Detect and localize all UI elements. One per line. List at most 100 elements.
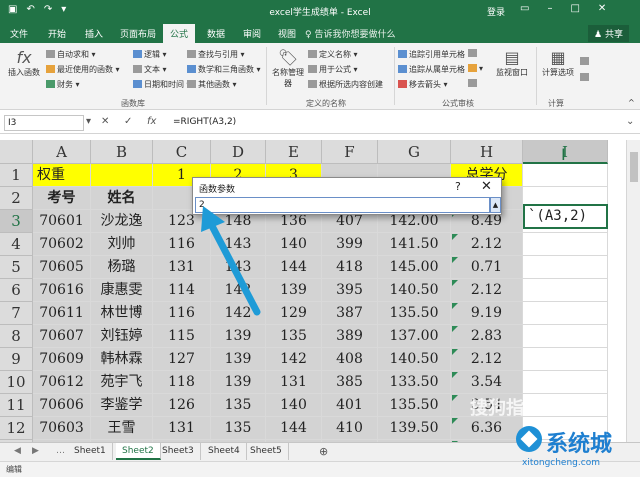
cell[interactable]: 沙龙逸 [91,210,153,233]
row-header-2[interactable]: 2 [0,187,33,210]
cell[interactable]: 考号 [33,187,91,210]
tab-insert[interactable]: 插入 [85,27,103,40]
cell[interactable]: 140 [266,233,322,256]
cell[interactable] [523,256,608,279]
row-header-8[interactable]: 8 [0,325,33,348]
column-header-b[interactable]: B [91,140,153,164]
sheet-tab-sheet2[interactable]: Sheet2 [116,443,161,460]
cell[interactable]: 6.36 [451,417,523,440]
cell[interactable] [91,164,153,187]
cell[interactable]: 131 [153,417,211,440]
maximize-icon[interactable]: □ [570,3,579,14]
close-icon[interactable]: ✕ [481,179,492,194]
cell[interactable]: 140.50 [378,279,451,302]
cell[interactable]: 0.71 [451,256,523,279]
cell[interactable]: 9.19 [451,302,523,325]
cell[interactable]: 70607 [33,325,91,348]
cell[interactable]: 140 [266,394,322,417]
cell[interactable]: 395 [322,279,378,302]
cell[interactable]: 133.50 [378,371,451,394]
cell[interactable]: 139 [266,279,322,302]
cell[interactable] [523,164,608,187]
cell[interactable]: 118 [153,371,211,394]
select-all-corner[interactable] [0,140,33,164]
math-button[interactable]: 数学和三角函数 ▾ [187,64,261,75]
tab-file[interactable]: 文件 [10,27,28,40]
cell[interactable]: 139.50 [378,417,451,440]
cell[interactable]: 408 [322,348,378,371]
cell[interactable]: 70605 [33,256,91,279]
cell[interactable] [523,233,608,256]
scroll-thumb[interactable] [630,152,638,182]
cell[interactable]: 王雪 [91,417,153,440]
cell[interactable]: 139 [211,371,266,394]
formula-input[interactable]: =RIGHT(A3,2) [173,117,236,127]
cell[interactable]: 韩林霖 [91,348,153,371]
share-button[interactable]: ♟ 共享 [588,25,629,42]
restore-icon[interactable]: ▭ [520,3,529,14]
cell[interactable]: 康惠雯 [91,279,153,302]
logical-button[interactable]: 逻辑 ▾ [133,49,167,60]
name-manager-button[interactable]: 🏷 名称管理器 [270,49,306,89]
cell[interactable]: 林世博 [91,302,153,325]
cell[interactable]: 3.54 [451,371,523,394]
cell[interactable]: 135.50 [378,394,451,417]
minimize-icon[interactable]: – [547,3,552,14]
cell[interactable]: 70601 [33,210,91,233]
evaluate-formula-icon[interactable] [468,79,479,88]
cell[interactable]: 387 [322,302,378,325]
cell[interactable]: 李鉴学 [91,394,153,417]
financial-button[interactable]: 财务 ▾ [46,79,80,90]
show-formulas-icon[interactable] [468,49,479,58]
watch-window-button[interactable]: ▤ 监视窗口 [492,49,532,78]
row-header-11[interactable]: 11 [0,394,33,417]
sheet-more-icon[interactable]: … [56,446,65,456]
column-header-f[interactable]: F [322,140,378,164]
cell[interactable]: 410 [322,417,378,440]
cell[interactable]: 139 [211,325,266,348]
create-from-selection-button[interactable]: 根据所选内容创建 [308,79,383,90]
sheet-tab-sheet3[interactable]: Sheet3 [156,443,201,460]
define-name-button[interactable]: 定义名称 ▾ [308,49,358,60]
login-link[interactable]: 登录 [487,5,505,18]
text-button[interactable]: 文本 ▾ [133,64,167,75]
cell[interactable]: 2.12 [451,233,523,256]
cancel-icon[interactable]: ✕ [101,116,109,127]
cell[interactable]: 70609 [33,348,91,371]
cell[interactable] [523,279,608,302]
cell[interactable]: 2.12 [451,348,523,371]
vertical-scrollbar[interactable] [626,140,640,442]
use-in-formula-button[interactable]: 用于公式 ▾ [308,64,358,75]
calc-sheet-icon[interactable] [580,73,591,82]
cell[interactable] [523,302,608,325]
cell[interactable]: 115 [153,325,211,348]
datetime-button[interactable]: 日期和时间 ▾ [133,79,191,90]
cell[interactable]: 144 [266,256,322,279]
cell[interactable]: 70611 [33,302,91,325]
prev-sheet-icon[interactable]: ◀ [14,446,21,456]
cell[interactable]: 刘钰婷 [91,325,153,348]
lookup-button[interactable]: 查找与引用 ▾ [187,49,245,60]
row-header-6[interactable]: 6 [0,279,33,302]
error-check-icon[interactable]: ▾ [468,64,483,73]
cell[interactable]: 70603 [33,417,91,440]
cell[interactable]: 2.12 [451,279,523,302]
row-header-10[interactable]: 10 [0,371,33,394]
row-header-1[interactable]: 1 [0,164,33,187]
autosum-button[interactable]: 自动求和 ▾ [46,49,96,60]
row-header-4[interactable]: 4 [0,233,33,256]
cell[interactable]: 135 [266,325,322,348]
cell[interactable]: 权重 [33,164,91,187]
cell[interactable]: 145.00 [378,256,451,279]
cell[interactable]: 70606 [33,394,91,417]
close-icon[interactable]: ✕ [598,3,606,14]
cell[interactable]: 126 [153,394,211,417]
cell[interactable] [523,371,608,394]
insert-function-button[interactable]: fx 插入函数 [4,49,44,78]
cell[interactable]: 129 [266,302,322,325]
other-functions-button[interactable]: 其他函数 ▾ [187,79,237,90]
tab-view[interactable]: 视图 [278,27,296,40]
expand-formula-icon[interactable]: ⌄ [626,116,634,127]
cell[interactable]: 131 [266,371,322,394]
cell[interactable]: 70602 [33,233,91,256]
